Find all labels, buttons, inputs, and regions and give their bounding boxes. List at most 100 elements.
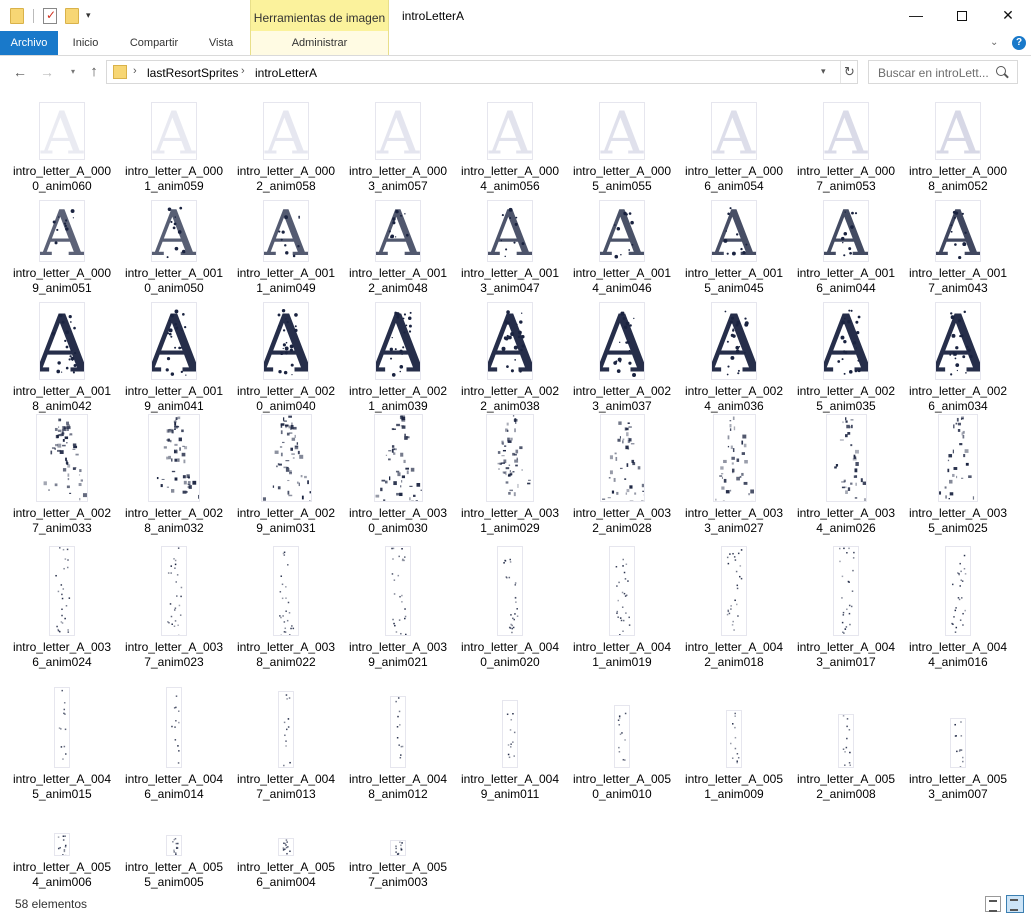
file-name[interactable]: intro_letter_A_000 6_anim054 (681, 164, 787, 194)
image-thumbnail[interactable]: A (151, 200, 197, 262)
image-thumbnail[interactable] (599, 414, 645, 502)
maximize-button[interactable] (939, 0, 985, 31)
file-name[interactable]: intro_letter_A_000 7_anim053 (793, 164, 899, 194)
file-name[interactable]: intro_letter_A_005 4_anim006 (9, 860, 115, 890)
image-thumbnail[interactable] (161, 546, 187, 636)
file-name[interactable]: intro_letter_A_002 9_anim031 (233, 506, 339, 536)
file-name[interactable]: intro_letter_A_002 7_anim033 (9, 506, 115, 536)
search-icon[interactable] (996, 66, 1006, 76)
file-name[interactable]: intro_letter_A_005 3_anim007 (905, 772, 1011, 802)
image-thumbnail[interactable] (614, 705, 630, 768)
image-thumbnail[interactable] (938, 414, 978, 502)
file-name[interactable]: intro_letter_A_000 3_anim057 (345, 164, 451, 194)
file-name[interactable]: intro_letter_A_004 7_anim013 (233, 772, 339, 802)
file-name[interactable]: intro_letter_A_000 9_anim051 (9, 266, 115, 296)
image-thumbnail[interactable] (486, 414, 534, 502)
image-thumbnail[interactable]: A (935, 302, 981, 380)
file-name[interactable]: intro_letter_A_001 5_anim045 (681, 266, 787, 296)
image-thumbnail[interactable]: A (263, 102, 309, 160)
image-thumbnail[interactable]: A (151, 102, 197, 160)
image-thumbnail[interactable] (278, 838, 294, 856)
tab-inicio[interactable]: Inicio (58, 31, 113, 55)
new-folder-icon[interactable] (65, 8, 79, 24)
breadcrumb-separator[interactable]: › (241, 65, 245, 77)
recent-locations-button[interactable]: ▾ (63, 62, 83, 82)
image-thumbnail[interactable]: A (599, 200, 645, 262)
image-thumbnail[interactable] (166, 835, 182, 856)
image-thumbnail[interactable]: A (375, 102, 421, 160)
file-name[interactable]: intro_letter_A_001 2_anim048 (345, 266, 451, 296)
file-name[interactable]: intro_letter_A_004 3_anim017 (793, 640, 899, 670)
file-name[interactable]: intro_letter_A_003 3_anim027 (681, 506, 787, 536)
file-name[interactable]: intro_letter_A_000 4_anim056 (457, 164, 563, 194)
close-button[interactable]: ✕ (985, 0, 1031, 31)
image-thumbnail[interactable]: A (823, 302, 869, 380)
file-name[interactable]: intro_letter_A_003 1_anim029 (457, 506, 563, 536)
image-thumbnail[interactable] (49, 546, 75, 636)
image-thumbnail[interactable] (260, 414, 312, 502)
image-thumbnail[interactable]: A (39, 200, 85, 262)
forward-button[interactable]: → (37, 62, 57, 82)
image-thumbnail[interactable] (148, 414, 200, 502)
back-button[interactable]: ← (10, 62, 30, 82)
minimize-button[interactable]: — (893, 0, 939, 31)
image-thumbnail[interactable] (54, 833, 70, 856)
image-thumbnail[interactable] (36, 414, 88, 502)
image-thumbnail[interactable]: A (823, 102, 869, 160)
image-thumbnail[interactable] (373, 414, 423, 502)
image-thumbnail[interactable]: A (375, 302, 421, 380)
file-name[interactable]: intro_letter_A_002 8_anim032 (121, 506, 227, 536)
file-name[interactable]: intro_letter_A_003 2_anim028 (569, 506, 675, 536)
file-name[interactable]: intro_letter_A_004 2_anim018 (681, 640, 787, 670)
file-name[interactable]: intro_letter_A_001 7_anim043 (905, 266, 1011, 296)
file-name[interactable]: intro_letter_A_004 8_anim012 (345, 772, 451, 802)
image-thumbnail[interactable]: A (823, 200, 869, 262)
search-input[interactable]: Buscar en introLett... (868, 60, 1018, 84)
file-name[interactable]: intro_letter_A_000 2_anim058 (233, 164, 339, 194)
image-thumbnail[interactable]: A (711, 102, 757, 160)
file-name[interactable]: intro_letter_A_000 8_anim052 (905, 164, 1011, 194)
tab-administrar[interactable]: Administrar (250, 31, 389, 55)
image-thumbnail[interactable] (825, 414, 867, 502)
large-icons-view-icon[interactable] (1006, 895, 1024, 913)
image-thumbnail[interactable]: A (711, 200, 757, 262)
image-thumbnail[interactable] (721, 546, 747, 636)
file-name[interactable]: intro_letter_A_005 5_anim005 (121, 860, 227, 890)
file-name[interactable]: intro_letter_A_004 9_anim011 (457, 772, 563, 802)
file-name[interactable]: intro_letter_A_004 6_anim014 (121, 772, 227, 802)
address-history-icon[interactable]: ▾ (821, 66, 826, 77)
file-name[interactable]: intro_letter_A_005 1_anim009 (681, 772, 787, 802)
image-thumbnail[interactable] (54, 687, 70, 768)
file-name[interactable]: intro_letter_A_005 6_anim004 (233, 860, 339, 890)
image-thumbnail[interactable] (712, 414, 756, 502)
file-name[interactable]: intro_letter_A_003 6_anim024 (9, 640, 115, 670)
folder-icon[interactable] (10, 8, 24, 24)
image-thumbnail[interactable]: A (935, 102, 981, 160)
image-thumbnail[interactable] (497, 546, 523, 636)
up-button[interactable]: ↑ (84, 62, 104, 82)
file-name[interactable]: intro_letter_A_001 6_anim044 (793, 266, 899, 296)
file-name[interactable]: intro_letter_A_000 5_anim055 (569, 164, 675, 194)
image-thumbnail[interactable] (726, 710, 742, 768)
image-thumbnail[interactable] (278, 691, 294, 768)
image-thumbnail[interactable]: A (263, 302, 309, 380)
file-name[interactable]: intro_letter_A_003 4_anim026 (793, 506, 899, 536)
image-thumbnail[interactable] (502, 700, 518, 768)
breadcrumb-separator[interactable]: › (133, 65, 137, 77)
file-name[interactable]: intro_letter_A_004 0_anim020 (457, 640, 563, 670)
file-name[interactable]: intro_letter_A_001 0_anim050 (121, 266, 227, 296)
file-name[interactable]: intro_letter_A_004 5_anim015 (9, 772, 115, 802)
file-name[interactable]: intro_letter_A_005 7_anim003 (345, 860, 451, 890)
file-name[interactable]: intro_letter_A_003 8_anim022 (233, 640, 339, 670)
image-thumbnail[interactable]: A (599, 302, 645, 380)
image-thumbnail[interactable]: A (151, 302, 197, 380)
tab-archivo[interactable]: Archivo (0, 31, 58, 55)
image-thumbnail[interactable]: A (935, 200, 981, 262)
properties-icon[interactable] (43, 8, 57, 24)
tab-vista[interactable]: Vista (195, 31, 247, 55)
image-thumbnail[interactable] (390, 696, 406, 768)
image-thumbnail[interactable]: A (487, 302, 533, 380)
file-name[interactable]: intro_letter_A_001 4_anim046 (569, 266, 675, 296)
breadcrumb-lastresortsprites[interactable]: lastResortSprites (147, 66, 238, 80)
image-thumbnail[interactable]: A (487, 102, 533, 160)
